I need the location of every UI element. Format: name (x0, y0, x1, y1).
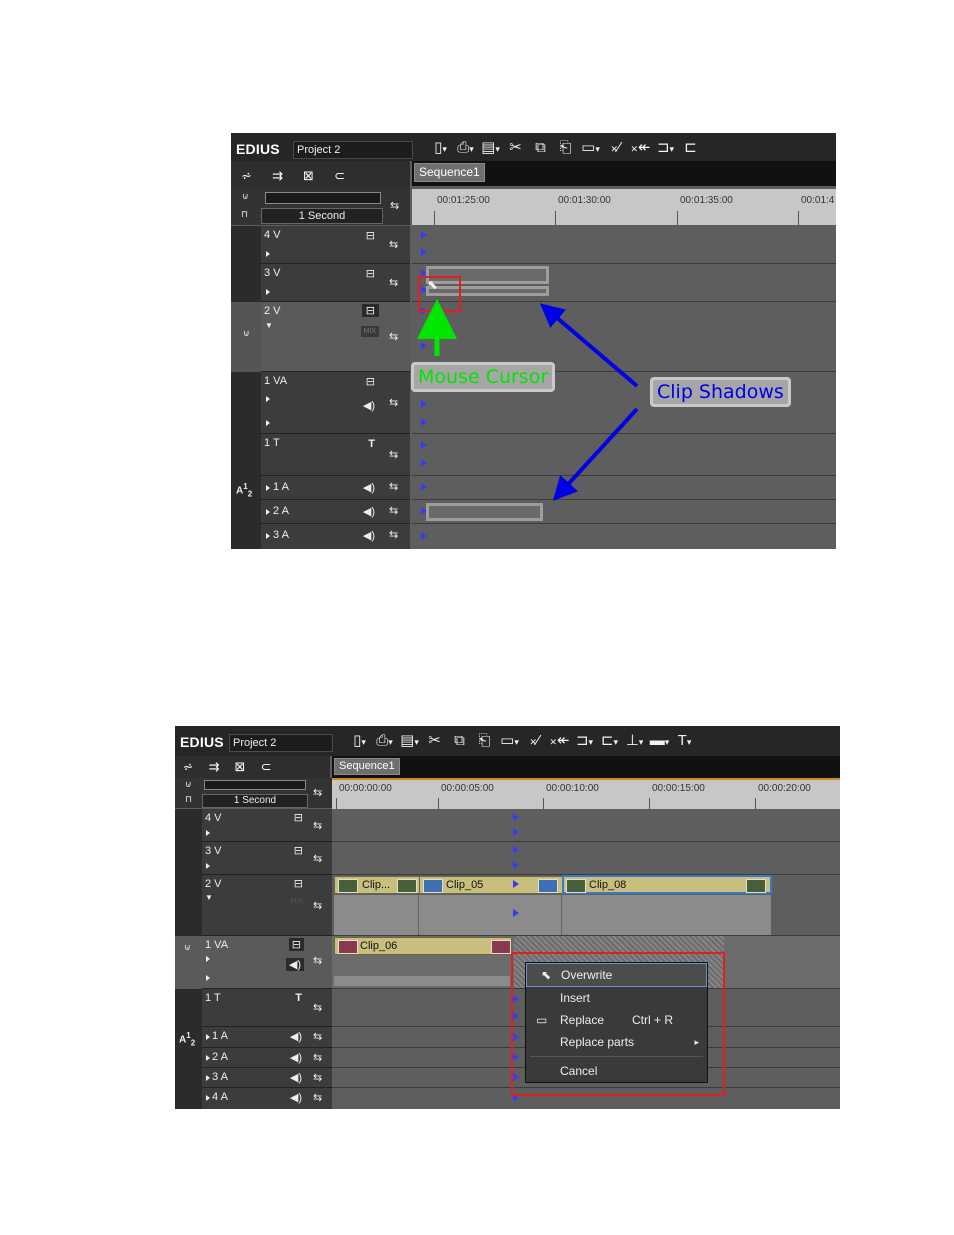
time-ruler[interactable]: 00:00:00:00 00:00:05:00 00:00:10:00 00:0… (332, 778, 840, 810)
render-icon[interactable]: ▬▾ (647, 730, 672, 752)
project-name-field[interactable]: Project 2 (229, 734, 333, 752)
mouse-cursor-callout: Mouse Cursor (411, 362, 556, 392)
speaker-icon[interactable]: ◀) (290, 1091, 302, 1104)
sync-arrows-icon: ⇆ (313, 787, 323, 799)
blue-arrow-lower (552, 407, 639, 501)
sync-toggle-header[interactable]: ⇆ (308, 778, 332, 808)
tab-sequence1[interactable]: Sequence1 (334, 758, 400, 775)
clip[interactable]: Clip_08 (562, 875, 772, 894)
sync-arrows-icon[interactable]: ⇆ (313, 954, 322, 967)
video-track-icon: ⊟ (293, 845, 303, 857)
speaker-icon[interactable]: ◀) (290, 1071, 302, 1084)
track-1a: A12 1 A ◀) ⇆ (175, 1027, 840, 1109)
track-3a: 3 A ◀) ⇆ (175, 1068, 840, 1088)
sequence-bar: Sequence1 (332, 756, 840, 778)
track-lane[interactable] (332, 842, 840, 875)
app-logo: EDIUS (180, 734, 224, 750)
sync-icon[interactable]: ⇉ (201, 756, 227, 778)
sync-arrows-icon[interactable]: ⇆ (313, 1091, 322, 1104)
paste-icon[interactable]: ⎗ (472, 730, 497, 752)
sync-arrows-icon[interactable]: ⇆ (313, 899, 322, 912)
blue-arrow-upper (539, 303, 639, 388)
timeline-screenshot-2: EDIUS Project 2 ▯▾ ⎙▾ ▤▾ ✂ ⧉ ⎗ ▭▾ ✕⁄ ✕↞ … (175, 726, 840, 1109)
copy-icon[interactable]: ⧉ (447, 730, 472, 752)
sync-arrows-icon[interactable]: ⇆ (313, 852, 322, 865)
track-header[interactable]: 4 V ⊟ (202, 809, 309, 842)
cut-icon[interactable]: ✂ (422, 730, 447, 752)
mark-in-out-icon[interactable]: ⊥▾ (622, 730, 647, 752)
ripple-delete-icon[interactable]: ✕↞ (547, 730, 572, 752)
title-bar: EDIUS Project 2 ▯▾ ⎙▾ ▤▾ ✂ ⧉ ⎗ ▭▾ ✕⁄ ✕↞ … (175, 726, 840, 756)
clip[interactable]: Clip_05 (419, 876, 563, 894)
sync-arrows-icon[interactable]: ⇆ (313, 819, 322, 832)
group-icon[interactable]: ⊂ (253, 756, 279, 778)
collapse-arrow-icon[interactable]: ▼ (205, 893, 213, 902)
track-2v: 2 V ⊟ MIX ▼ ⇆ Clip... Clip_05 Clip_08 (175, 875, 840, 936)
clip-shadows-callout: Clip Shadows (650, 377, 791, 407)
track-lane[interactable] (332, 809, 840, 842)
snap-icon[interactable]: ⩫ (175, 756, 201, 778)
timeline-header-controls: ⊍ ⊓ 1 Second (175, 778, 308, 808)
ripple-mode-icon[interactable]: ▭▾ (497, 730, 522, 752)
open-project-icon[interactable]: ⎙▾ (372, 730, 397, 752)
title-icon[interactable]: T▾ (672, 730, 697, 752)
sync-arrows-icon[interactable]: ⇆ (313, 1030, 322, 1043)
track-4v: 4 V ⊟ ⇆ (175, 809, 840, 842)
video-track-icon: ⊟ (293, 812, 303, 824)
video-track-icon: ⊟ (288, 938, 304, 951)
track-lane[interactable]: Clip... Clip_05 Clip_08 (332, 875, 840, 936)
menu-highlight-box (511, 952, 725, 1096)
track-header[interactable]: 3 V ⊟ (202, 842, 309, 875)
main-toolbar: ▯▾ ⎙▾ ▤▾ ✂ ⧉ ⎗ ▭▾ ✕⁄ ✕↞ ⊐▾ ⊏▾ ⊥▾ ▬▾ T▾ (347, 730, 697, 752)
zoom-slider[interactable] (204, 780, 306, 790)
track-header[interactable]: 1 VA ⊟ ◀) (202, 936, 309, 989)
track-header[interactable]: 4 A ◀) (202, 1088, 309, 1109)
track-4a: 4 A ◀) ⇆ (175, 1088, 840, 1109)
clip[interactable]: Clip_06 (334, 937, 512, 955)
lock-icon[interactable]: ⊓ (185, 794, 192, 805)
clip[interactable]: Clip... (334, 876, 420, 894)
track-1va: ⊍ 1 VA ⊟ ◀) ⇆ Clip_06 (175, 936, 840, 989)
title-track-icon: T (295, 992, 302, 1004)
annotation-arrows (417, 299, 639, 501)
link-icon[interactable]: ⊠ (227, 756, 253, 778)
sync-arrows-icon[interactable]: ⇆ (313, 1051, 322, 1064)
new-project-icon[interactable]: ▯▾ (347, 730, 372, 752)
collapse-icon[interactable]: ⊍ (185, 779, 192, 790)
mix-badge[interactable]: MIX (291, 898, 303, 905)
track-header[interactable]: 3 A ◀) (202, 1068, 309, 1088)
video-track-icon: ⊟ (293, 878, 303, 890)
track-1t: 1 T T ⇆ (175, 989, 840, 1027)
track-tools: ⩫ ⇉ ⊠ ⊂ (175, 756, 330, 778)
undo-icon[interactable]: ⊐▾ (572, 730, 597, 752)
collapse-icon[interactable]: ⊍ (184, 942, 191, 953)
speaker-icon[interactable]: ◀) (285, 958, 304, 971)
track-2a: 2 A ◀) ⇆ (175, 1048, 840, 1068)
track-3v: 3 V ⊟ ⇆ (175, 842, 840, 875)
timeline-screenshot-1: EDIUS Project 2 ▯▾ ⎙▾ ▤▾ ✂ ⧉ ⎗ ▭▾ ✕⁄ ✕↞ … (231, 133, 836, 549)
speaker-icon[interactable]: ◀) (290, 1030, 302, 1043)
sync-arrows-icon[interactable]: ⇆ (313, 1071, 322, 1084)
delete-icon[interactable]: ✕⁄ (522, 730, 547, 752)
sync-arrows-icon[interactable]: ⇆ (313, 1001, 322, 1014)
speaker-icon[interactable]: ◀) (290, 1051, 302, 1064)
save-icon[interactable]: ▤▾ (397, 730, 422, 752)
track-header[interactable]: 1 T T (202, 989, 309, 1027)
redo-icon[interactable]: ⊏▾ (597, 730, 622, 752)
track-header[interactable]: 2 V ⊟ MIX ▼ (202, 875, 309, 936)
audio-patch-label: A12 (179, 1031, 196, 1048)
timescale-select[interactable]: 1 Second (202, 794, 308, 808)
track-header[interactable]: 2 A ◀) (202, 1048, 309, 1068)
track-header[interactable]: 1 A ◀) (202, 1027, 309, 1048)
